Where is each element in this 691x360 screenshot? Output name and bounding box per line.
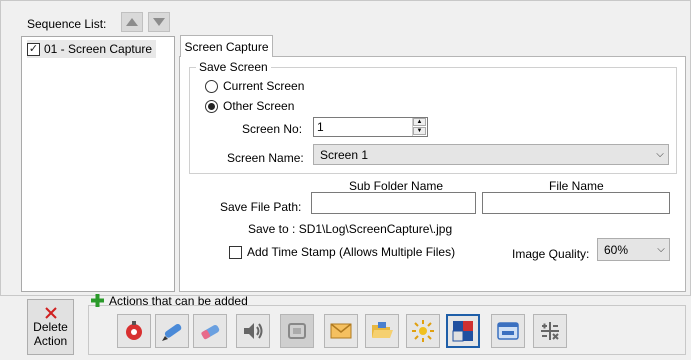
screen-name-value: Screen 1: [320, 147, 369, 162]
spin-down-icon[interactable]: ▼: [413, 127, 426, 135]
sub-folder-input[interactable]: [311, 192, 476, 214]
move-down-button[interactable]: [148, 12, 170, 32]
file-name-header: File Name: [549, 179, 604, 193]
brightness-icon: [412, 320, 434, 342]
screen-no-stepper[interactable]: 1 ▲ ▼: [313, 117, 428, 137]
chevron-down-icon: ⌵: [656, 149, 664, 160]
speaker-icon: [244, 323, 263, 339]
email-icon: [330, 323, 352, 339]
save-screen-title: Save Screen: [196, 60, 271, 74]
alarm-icon: [126, 321, 142, 340]
sequence-list[interactable]: ✓ 01 - Screen Capture: [21, 36, 175, 292]
sequence-list-label: Sequence List:: [27, 17, 107, 31]
eraser-tool-button[interactable]: [193, 314, 227, 348]
plus-icon: [91, 294, 104, 307]
actions-label: Actions that can be added: [109, 294, 248, 308]
pen-icon: [162, 323, 182, 341]
screen-capture-icon: [288, 323, 306, 339]
timestamp-option[interactable]: Add Time Stamp (Allows Multiple Files): [229, 245, 455, 259]
screen-no-value: 1: [317, 120, 324, 134]
radio-button[interactable]: [205, 79, 218, 93]
window-tool-button[interactable]: [491, 314, 525, 348]
sequence-item-label: 01 - Screen Capture: [44, 42, 153, 56]
checkbox[interactable]: [229, 245, 242, 259]
tab-screen-capture[interactable]: Screen Capture: [180, 35, 273, 57]
pen-tool-button[interactable]: [155, 314, 189, 348]
alarm-tool-button[interactable]: [117, 314, 151, 348]
radio-label: Current Screen: [223, 79, 305, 93]
brightness-tool-button[interactable]: [406, 314, 440, 348]
folder-open-tool-button[interactable]: [365, 314, 399, 348]
triangle-up-icon: [126, 18, 138, 26]
checkbox[interactable]: ✓: [27, 42, 40, 56]
radio-other-screen[interactable]: Other Screen: [205, 99, 294, 113]
move-up-button[interactable]: [121, 12, 143, 32]
calculator-tool-button[interactable]: [533, 314, 567, 348]
screen-switch-icon: [452, 321, 473, 342]
email-tool-button[interactable]: [324, 314, 358, 348]
radio-button[interactable]: [205, 99, 218, 113]
calculator-icon: [541, 322, 559, 340]
screen-capture-tool-button[interactable]: [280, 314, 314, 348]
screen-name-label: Screen Name:: [227, 151, 304, 165]
delete-label-line1: Delete: [33, 320, 68, 334]
delete-action-button[interactable]: Delete Action: [27, 299, 74, 355]
radio-current-screen[interactable]: Current Screen: [205, 79, 304, 93]
spin-up-icon[interactable]: ▲: [413, 118, 426, 126]
delete-label-line2: Action: [33, 334, 68, 348]
save-to-path: Save to : SD1\Log\ScreenCapture\.jpg: [248, 222, 453, 236]
save-file-path-label: Save File Path:: [220, 200, 302, 214]
chevron-down-icon: ⌵: [657, 244, 665, 255]
speaker-tool-button[interactable]: [236, 314, 270, 348]
image-quality-select[interactable]: 60% ⌵: [597, 238, 670, 261]
triangle-down-icon: [153, 18, 165, 26]
radio-label: Other Screen: [223, 99, 295, 113]
tab-label: Screen Capture: [184, 39, 269, 54]
sub-folder-header: Sub Folder Name: [349, 179, 444, 193]
close-icon: [44, 307, 57, 319]
timestamp-label: Add Time Stamp (Allows Multiple Files): [247, 245, 456, 259]
screen-no-label: Screen No:: [242, 122, 303, 136]
screen-switch-tool-button[interactable]: [446, 314, 480, 348]
image-quality-value: 60%: [604, 242, 629, 257]
eraser-icon: [201, 325, 220, 340]
spin-buttons[interactable]: ▲ ▼: [412, 118, 426, 136]
window-icon: [497, 322, 519, 340]
list-item[interactable]: ✓ 01 - Screen Capture: [27, 40, 157, 58]
folder-open-icon: [372, 322, 393, 338]
screen-name-select[interactable]: Screen 1 ⌵: [313, 144, 669, 165]
image-quality-label: Image Quality:: [512, 247, 590, 261]
file-name-input[interactable]: [482, 192, 670, 214]
